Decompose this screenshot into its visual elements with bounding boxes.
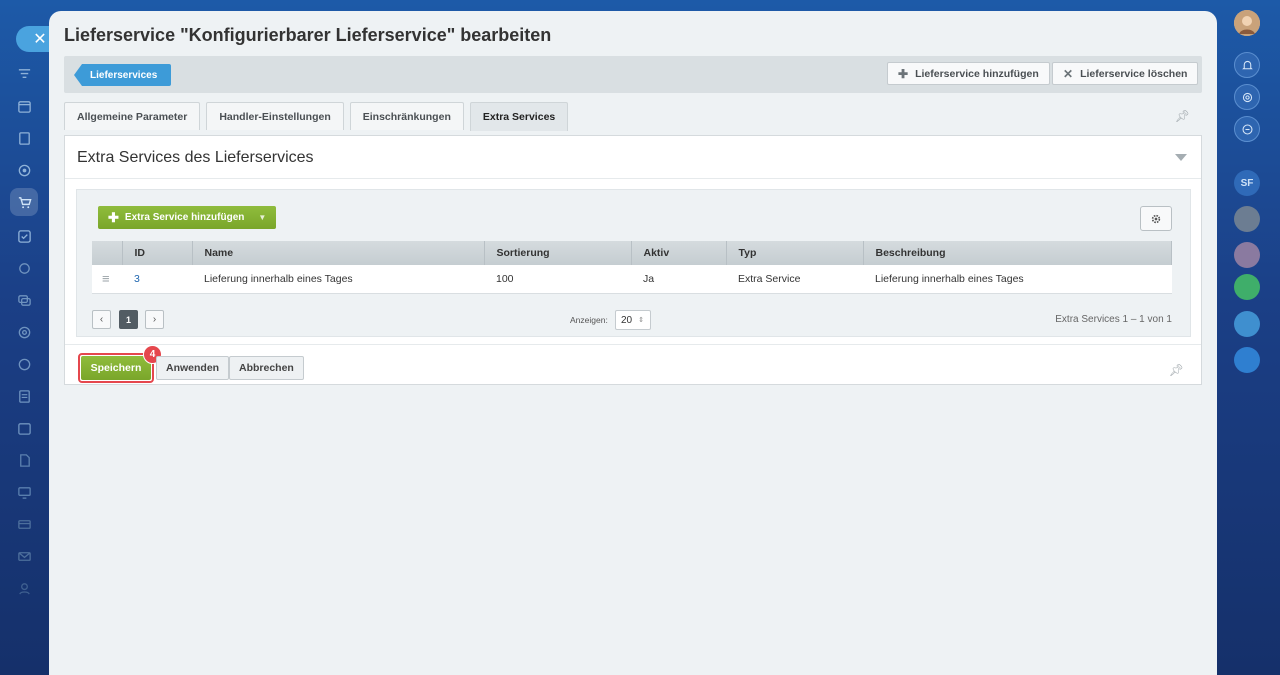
messenger-icon[interactable] bbox=[1234, 116, 1260, 142]
right-sidebar: SF bbox=[1218, 0, 1280, 675]
pagination: ‹ 1 › Anzeigen: 20 ⇕ Extra Services 1 – … bbox=[92, 310, 1172, 330]
divider bbox=[65, 178, 1201, 179]
row-type: Extra Service bbox=[726, 265, 863, 294]
pin-icon[interactable]: 📌︎ bbox=[1169, 363, 1184, 377]
card-icon[interactable] bbox=[14, 514, 34, 534]
left-sidebar: ✕ bbox=[0, 0, 56, 675]
page-title: Lieferservice "Konfigurierbarer Lieferse… bbox=[64, 25, 552, 45]
grid-table: ID Name Sortierung Aktiv Typ Beschreibun… bbox=[92, 241, 1172, 294]
delete-delivery-service-label: Lieferservice löschen bbox=[1080, 67, 1188, 80]
plus-icon: ✚ bbox=[898, 66, 909, 81]
column-header-description[interactable]: Beschreibung bbox=[863, 241, 1172, 265]
edit-slider-panel: Lieferservice "Konfigurierbarer Lieferse… bbox=[49, 11, 1217, 675]
page-size-label: Anzeigen: bbox=[570, 315, 608, 325]
close-icon: ✕ bbox=[33, 31, 47, 48]
sf-label: SF bbox=[1240, 177, 1254, 189]
add-delivery-service-label: Lieferservice hinzufügen bbox=[915, 67, 1039, 80]
bookmark-icon[interactable] bbox=[1234, 347, 1260, 373]
pulse-icon[interactable] bbox=[1234, 84, 1260, 110]
grid-toolbar: ✚ Extra Service hinzufügen ▼ bbox=[92, 200, 1172, 236]
save-button[interactable]: Speichern bbox=[81, 356, 151, 380]
page-size-select[interactable]: 20 ⇕ bbox=[615, 310, 651, 330]
column-header-drag bbox=[92, 241, 123, 265]
chevron-down-icon[interactable]: ▼ bbox=[258, 213, 266, 222]
add-extra-service-button[interactable]: ✚ Extra Service hinzufügen ▼ bbox=[98, 206, 277, 229]
tab-general-parameters[interactable]: Allgemeine Parameter bbox=[64, 102, 201, 130]
settings-icon[interactable] bbox=[14, 322, 34, 342]
gear-icon bbox=[1151, 214, 1161, 223]
planner-icon[interactable] bbox=[14, 418, 34, 438]
apply-button[interactable]: Anwenden bbox=[156, 356, 230, 380]
collapse-arrow-icon[interactable] bbox=[1175, 154, 1187, 161]
column-header-active[interactable]: Aktiv bbox=[631, 241, 727, 265]
column-header-id[interactable]: ID bbox=[122, 241, 193, 265]
record-range-text: Extra Services 1 – 1 von 1 bbox=[1055, 314, 1172, 325]
delete-delivery-service-button[interactable]: ✕ Lieferservice löschen bbox=[1052, 62, 1199, 85]
add-delivery-service-button[interactable]: ✚ Lieferservice hinzufügen bbox=[887, 62, 1050, 85]
target-icon[interactable] bbox=[14, 160, 34, 180]
current-page-button[interactable]: 1 bbox=[119, 310, 138, 329]
calendar-icon[interactable] bbox=[14, 96, 34, 116]
top-toolbar: Lieferservices ✚ Lieferservice hinzufüge… bbox=[64, 56, 1202, 93]
column-header-name[interactable]: Name bbox=[192, 241, 485, 265]
clock-icon[interactable] bbox=[14, 354, 34, 374]
user-icon[interactable] bbox=[14, 578, 34, 598]
grid-settings-button[interactable] bbox=[1140, 206, 1172, 231]
tab-handler-settings[interactable]: Handler-Einstellungen bbox=[206, 102, 344, 130]
form-footer: Speichern 4 Anwenden Abbrechen 📌︎ bbox=[65, 344, 1201, 386]
mail-icon[interactable] bbox=[14, 546, 34, 566]
updown-arrow-icon: ⇕ bbox=[638, 317, 644, 324]
tab-bar: Allgemeine Parameter Handler-Einstellung… bbox=[64, 102, 569, 131]
row-id-link[interactable]: 3 bbox=[122, 265, 192, 294]
filter-icon[interactable] bbox=[14, 64, 34, 84]
bell-icon[interactable] bbox=[1234, 52, 1260, 78]
add-extra-service-label: Extra Service hinzufügen bbox=[124, 212, 245, 223]
row-menu-icon[interactable]: ≡ bbox=[92, 265, 122, 294]
shop-cart-icon[interactable] bbox=[10, 188, 38, 216]
building-icon[interactable] bbox=[14, 128, 34, 148]
table-row[interactable]: ≡ 3 Lieferung innerhalb eines Tages 100 … bbox=[92, 265, 1172, 294]
chat-icon[interactable] bbox=[14, 290, 34, 310]
row-sort: 100 bbox=[484, 265, 631, 294]
tasks-icon[interactable] bbox=[14, 226, 34, 246]
extra-services-grid: ✚ Extra Service hinzufügen ▼ ID Name Sor… bbox=[76, 189, 1191, 337]
column-header-type[interactable]: Typ bbox=[726, 241, 864, 265]
section-title: Extra Services des Lieferservices bbox=[77, 149, 314, 166]
prev-page-button[interactable]: ‹ bbox=[92, 310, 111, 329]
row-active: Ja bbox=[631, 265, 726, 294]
tab-extra-services[interactable]: Extra Services bbox=[469, 102, 569, 131]
document-icon[interactable] bbox=[14, 386, 34, 406]
tab-restrictions[interactable]: Einschränkungen bbox=[349, 102, 464, 130]
user-avatar[interactable] bbox=[1234, 10, 1260, 36]
close-icon: ✕ bbox=[1063, 66, 1074, 81]
cancel-button[interactable]: Abbrechen bbox=[229, 356, 304, 380]
column-header-sort[interactable]: Sortierung bbox=[484, 241, 632, 265]
contact-avatar[interactable] bbox=[1234, 242, 1260, 268]
page-size-value: 20 bbox=[621, 314, 633, 326]
puzzle-icon[interactable] bbox=[14, 258, 34, 278]
chat-bubble-icon[interactable] bbox=[1234, 311, 1260, 337]
row-name: Lieferung innerhalb eines Tages bbox=[192, 265, 484, 294]
group-chat-icon[interactable] bbox=[1234, 274, 1260, 300]
monitor-icon[interactable] bbox=[14, 482, 34, 502]
breadcrumb-lieferservices[interactable]: Lieferservices bbox=[74, 64, 172, 86]
contact-avatar[interactable] bbox=[1234, 206, 1260, 232]
pin-icon[interactable]: 📌︎ bbox=[1175, 109, 1190, 123]
sf-avatar[interactable]: SF bbox=[1234, 170, 1260, 196]
file-icon[interactable] bbox=[14, 450, 34, 470]
next-page-button[interactable]: › bbox=[145, 310, 164, 329]
plus-icon: ✚ bbox=[108, 209, 119, 225]
row-description: Lieferung innerhalb eines Tages bbox=[863, 265, 1172, 294]
tab-content: Extra Services des Lieferservices ✚ Extr… bbox=[64, 135, 1202, 385]
